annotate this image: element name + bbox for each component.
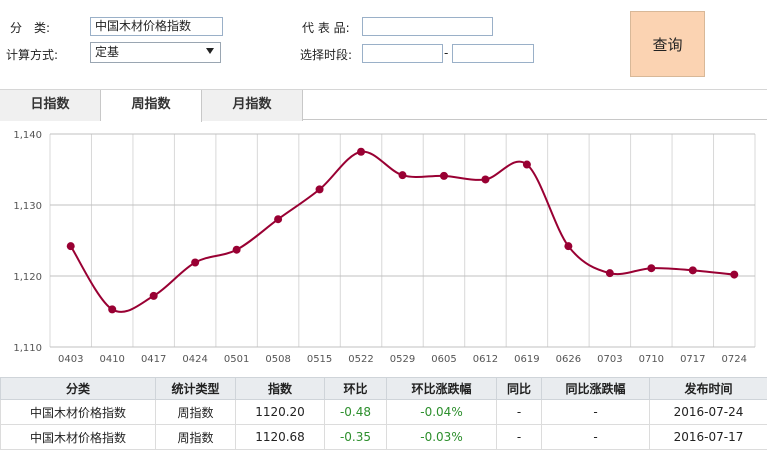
period-end-input[interactable]: [452, 44, 534, 63]
product-label: 代 表 品:: [302, 21, 350, 35]
cell-category: 中国木材价格指数: [0, 424, 156, 450]
period-separator: -: [444, 46, 449, 60]
query-button[interactable]: 查询: [630, 11, 705, 77]
data-point: [564, 242, 573, 251]
x-tick-label: 0612: [473, 354, 498, 365]
cell-yoy-pct: -: [541, 399, 650, 425]
calc-method-value: 定基: [95, 45, 120, 59]
query-form: 分 类: 中国木材价格指数 计算方式: 定基 代 表 品: 选择时段: - 查询: [0, 0, 767, 88]
category-label: 分 类:: [10, 21, 51, 35]
header-yoy: 同比: [496, 377, 542, 400]
data-point: [398, 171, 407, 180]
x-tick-label: 0515: [307, 354, 332, 365]
data-point: [274, 215, 283, 224]
cell-stat-type: 周指数: [155, 399, 236, 425]
tab-weekly[interactable]: 周指数: [101, 90, 202, 122]
table-row: 中国木材价格指数 周指数 1120.68 -0.35 -0.03% - - 20…: [0, 424, 767, 450]
x-tick-label: 0501: [224, 354, 249, 365]
x-tick-label: 0710: [639, 354, 664, 365]
header-mom: 环比: [324, 377, 387, 400]
x-tick-label: 0605: [431, 354, 456, 365]
index-tabs: 日指数 周指数 月指数: [0, 89, 767, 122]
index-chart: 1,110 1,120 1,130 1,140 0403 0410 0417 0424 0501…: [0, 121, 767, 376]
index-table: 分类 统计类型 指数 环比 环比涨跌幅 同比 同比涨跌幅 发布时间 中国木材价格…: [0, 377, 767, 450]
line-chart-svg: 1,110 1,120 1,130 1,140 0403 0410 0417 0424 0501…: [13, 130, 756, 365]
data-point: [439, 171, 448, 180]
cell-yoy: -: [496, 424, 542, 450]
chevron-down-icon: [206, 48, 214, 54]
tab-daily[interactable]: 日指数: [0, 90, 101, 121]
data-point: [522, 160, 531, 169]
cell-category: 中国木材价格指数: [0, 399, 156, 425]
tab-monthly[interactable]: 月指数: [202, 90, 303, 121]
x-tick-label: 0403: [58, 354, 83, 365]
calc-method-label: 计算方式:: [6, 48, 59, 62]
table-header-row: 分类 统计类型 指数 环比 环比涨跌幅 同比 同比涨跌幅 发布时间: [0, 377, 767, 400]
x-tick-label: 0424: [182, 354, 207, 365]
data-point: [688, 266, 697, 275]
x-tick-label: 0626: [556, 354, 581, 365]
data-point: [730, 270, 739, 279]
product-input[interactable]: [362, 17, 493, 36]
data-point: [66, 242, 75, 251]
data-point: [605, 269, 614, 278]
data-point: [191, 258, 200, 267]
y-tick-label: 1,110: [13, 343, 42, 354]
header-yoy-pct: 同比涨跌幅: [541, 377, 650, 400]
x-tick-label: 0410: [99, 354, 124, 365]
cell-publish-date: 2016-07-17: [649, 424, 767, 450]
data-point: [647, 264, 656, 273]
cell-stat-type: 周指数: [155, 424, 236, 450]
header-mom-pct: 环比涨跌幅: [386, 377, 497, 400]
header-category: 分类: [0, 377, 156, 400]
cell-mom: -0.48: [324, 399, 387, 425]
x-tick-label: 0619: [514, 354, 539, 365]
x-tick-label: 0529: [390, 354, 415, 365]
y-tick-label: 1,120: [13, 272, 42, 283]
cell-yoy-pct: -: [541, 424, 650, 450]
cell-mom-pct: -0.03%: [386, 424, 497, 450]
x-tick-label: 0508: [265, 354, 290, 365]
table-row: 中国木材价格指数 周指数 1120.20 -0.48 -0.04% - - 20…: [0, 399, 767, 425]
x-tick-label: 0724: [722, 354, 747, 365]
x-tick-label: 0703: [597, 354, 622, 365]
y-tick-label: 1,130: [13, 201, 42, 212]
data-point: [108, 305, 117, 314]
data-point: [149, 291, 158, 300]
cell-index: 1120.20: [235, 399, 325, 425]
cell-mom-pct: -0.04%: [386, 399, 497, 425]
category-input[interactable]: 中国木材价格指数: [90, 17, 223, 36]
x-tick-label: 0522: [348, 354, 373, 365]
data-point: [315, 185, 324, 194]
x-tick-label: 0417: [141, 354, 166, 365]
x-tick-label: 0717: [680, 354, 705, 365]
data-point: [357, 147, 366, 156]
cell-mom: -0.35: [324, 424, 387, 450]
header-index: 指数: [235, 377, 325, 400]
data-point: [481, 175, 490, 184]
period-label: 选择时段:: [300, 48, 353, 62]
data-point: [232, 245, 241, 254]
cell-index: 1120.68: [235, 424, 325, 450]
calc-method-select[interactable]: 定基: [90, 42, 221, 63]
cell-yoy: -: [496, 399, 542, 425]
period-start-input[interactable]: [362, 44, 443, 63]
header-stat-type: 统计类型: [155, 377, 236, 400]
cell-publish-date: 2016-07-24: [649, 399, 767, 425]
y-tick-label: 1,140: [13, 130, 42, 141]
header-publish-date: 发布时间: [649, 377, 767, 400]
